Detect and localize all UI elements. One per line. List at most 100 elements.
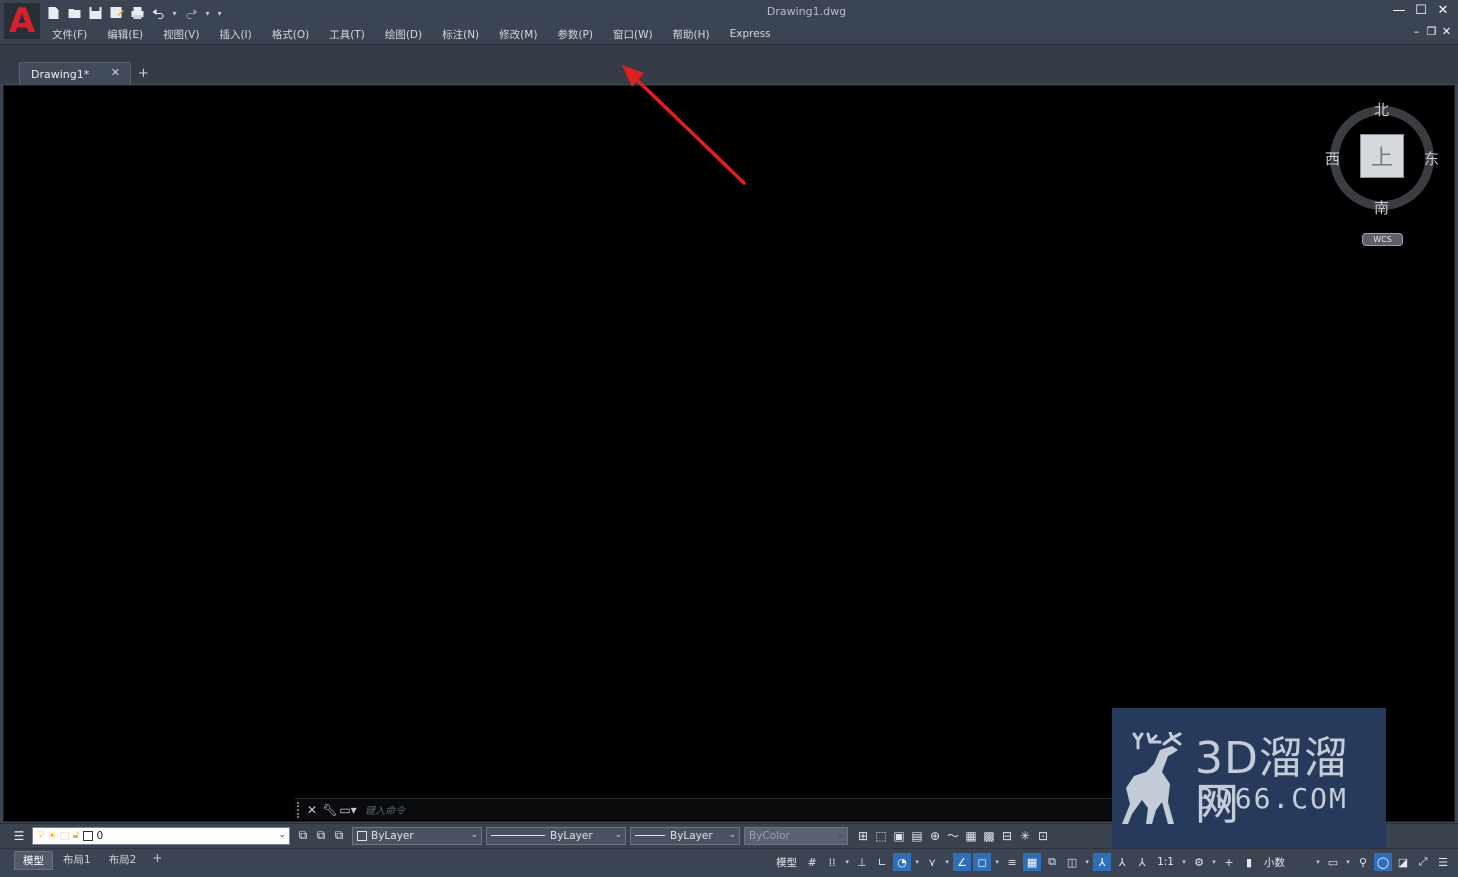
menu-insert[interactable]: 插入(I) bbox=[209, 27, 261, 42]
plotstyle-value: ByColor bbox=[749, 829, 790, 842]
tab-model[interactable]: 模型 bbox=[14, 851, 53, 870]
zoom-extents-icon[interactable]: ▣ bbox=[890, 827, 908, 845]
chevron-down-icon[interactable]: ▾ bbox=[943, 858, 951, 866]
window-zoom-icon[interactable]: ▤ bbox=[908, 827, 926, 845]
chevron-down-icon[interactable]: ▾ bbox=[1083, 858, 1091, 866]
linetype-sample bbox=[491, 835, 545, 836]
quick-properties-icon[interactable]: ▭ bbox=[1324, 853, 1342, 871]
menu-dimension[interactable]: 标注(N) bbox=[432, 27, 489, 42]
doc-minimize-icon[interactable]: – bbox=[1411, 25, 1422, 38]
block-icon[interactable]: ⊟ bbox=[998, 827, 1016, 845]
menu-help[interactable]: 帮助(H) bbox=[663, 27, 720, 42]
transparency-icon[interactable]: ▦ bbox=[1023, 853, 1042, 871]
layer-freeze-icon: ☀ bbox=[47, 829, 57, 842]
plus-icon[interactable]: + bbox=[1220, 853, 1238, 871]
chevron-down-icon[interactable]: ▾ bbox=[913, 858, 921, 866]
viewcube[interactable]: 上 北 南 西 东 WCS bbox=[1318, 95, 1448, 255]
units-value[interactable]: 小数 bbox=[1260, 855, 1312, 870]
select-icon[interactable]: ⬚ bbox=[872, 827, 890, 845]
title-bar: A ▾ ▾ ▾ Drawing1.dwg — ☐ ✕ – ❐ ✕ 文件(F) 编… bbox=[0, 0, 1458, 44]
doc-restore-icon[interactable]: ❐ bbox=[1426, 25, 1437, 38]
gear-icon[interactable]: ⚙ bbox=[1190, 853, 1208, 871]
grid-icon[interactable]: # bbox=[803, 853, 821, 871]
viewcube-top-face[interactable]: 上 bbox=[1360, 134, 1404, 178]
menu-view[interactable]: 视图(V) bbox=[153, 27, 209, 42]
isometric-icon[interactable]: ⋎ bbox=[923, 853, 941, 871]
add-layout-button[interactable]: + bbox=[146, 851, 168, 870]
menu-format[interactable]: 格式(O) bbox=[262, 27, 319, 42]
new-tab-button[interactable]: + bbox=[138, 66, 149, 81]
chevron-down-icon[interactable]: ▾ bbox=[1180, 858, 1188, 866]
chevron-down-icon[interactable]: ▾ bbox=[993, 858, 1001, 866]
ortho-icon[interactable]: ∟ bbox=[873, 853, 891, 871]
match-layer-icon[interactable]: ⧉ bbox=[312, 827, 330, 845]
object-snap-tracking-icon[interactable]: ∠ bbox=[953, 853, 972, 871]
menu-window[interactable]: 窗口(W) bbox=[603, 27, 663, 42]
tab-close-icon[interactable]: ✕ bbox=[111, 66, 120, 79]
linetype-dropdown[interactable]: ByLayer ⌄ bbox=[486, 826, 626, 845]
compass-east[interactable]: 东 bbox=[1424, 148, 1439, 169]
wrench-icon[interactable]: 🔧︎ bbox=[321, 801, 339, 819]
menu-edit[interactable]: 编辑(E) bbox=[97, 27, 153, 42]
object-snap-icon[interactable]: ◻ bbox=[973, 853, 992, 871]
close-icon[interactable]: ✕ bbox=[303, 801, 321, 819]
chevron-down-icon[interactable]: ▾ bbox=[1344, 858, 1352, 866]
layer-dropdown[interactable]: 💡︎ ☀ ⬚ 🔓︎ 0 ⌄ bbox=[32, 826, 290, 845]
make-current-icon[interactable]: ⧉ bbox=[294, 827, 312, 845]
compass-north[interactable]: 北 bbox=[1374, 99, 1389, 120]
tab-drawing1[interactable]: Drawing1* ✕ bbox=[19, 62, 131, 85]
annotation-visibility-icon[interactable]: ⅄ bbox=[1093, 853, 1112, 871]
wcs-menu-button[interactable]: WCS bbox=[1362, 233, 1403, 246]
polar-tracking-icon[interactable]: ◔ bbox=[893, 853, 912, 871]
3d-object-snap-icon[interactable]: ◫ bbox=[1063, 853, 1081, 871]
tab-layout2[interactable]: 布局2 bbox=[101, 851, 145, 870]
lineweight-value: ByLayer bbox=[670, 829, 713, 842]
color-dropdown[interactable]: ByLayer ⌄ bbox=[352, 826, 482, 845]
group-icon[interactable]: ⊞ bbox=[854, 827, 872, 845]
explode-icon[interactable]: ✳ bbox=[1016, 827, 1034, 845]
menu-modify[interactable]: 修改(M) bbox=[489, 27, 547, 42]
annotation-scale-icon[interactable]: ⅄ bbox=[1133, 853, 1151, 871]
menu-bar: 文件(F) 编辑(E) 视图(V) 插入(I) 格式(O) 工具(T) 绘图(D… bbox=[42, 26, 781, 42]
previous-layer-icon[interactable]: ⧉ bbox=[330, 827, 348, 845]
command-input[interactable]: 键入命令 bbox=[365, 802, 405, 817]
tab-layout1[interactable]: 布局1 bbox=[55, 851, 99, 870]
model-space-button[interactable]: 模型 bbox=[772, 855, 801, 870]
layer-match-icon[interactable]: ▦ bbox=[962, 827, 980, 845]
recent-commands-icon[interactable]: ▭▾ bbox=[339, 801, 357, 819]
layer-isolate-icon[interactable]: ▩ bbox=[980, 827, 998, 845]
minimize-icon[interactable]: — bbox=[1392, 3, 1406, 18]
menu-draw[interactable]: 绘图(D) bbox=[375, 27, 432, 42]
maximize-icon[interactable]: ☐ bbox=[1414, 3, 1428, 18]
layer-properties-icon[interactable]: ☰ bbox=[10, 827, 28, 845]
menu-file[interactable]: 文件(F) bbox=[42, 27, 97, 42]
units-icon[interactable]: ▮ bbox=[1240, 853, 1258, 871]
customization-menu-icon[interactable]: ☰ bbox=[1434, 853, 1452, 871]
doc-close-icon[interactable]: ✕ bbox=[1441, 25, 1452, 38]
isolate-objects-icon[interactable]: ◯ bbox=[1374, 853, 1392, 871]
chevron-down-icon[interactable]: ▾ bbox=[1314, 858, 1322, 866]
menu-express[interactable]: Express bbox=[720, 28, 781, 40]
auto-scale-icon[interactable]: ⅄ bbox=[1113, 853, 1131, 871]
selection-cycling-icon[interactable]: ⧉ bbox=[1043, 853, 1061, 871]
lineweight-icon[interactable]: ≡ bbox=[1003, 853, 1021, 871]
compass-south[interactable]: 南 bbox=[1374, 197, 1389, 218]
chevron-down-icon[interactable]: ▾ bbox=[1210, 858, 1218, 866]
infer-constraints-icon[interactable]: ⊥ bbox=[853, 853, 871, 871]
annotation-scale-value[interactable]: 1:1 bbox=[1153, 856, 1178, 868]
close-icon[interactable]: ✕ bbox=[1436, 3, 1450, 18]
viewcube-face-label: 上 bbox=[1370, 146, 1393, 171]
magnify-icon[interactable]: ⊕ bbox=[926, 827, 944, 845]
menu-tools[interactable]: 工具(T) bbox=[319, 27, 375, 42]
attribute-icon[interactable]: ⊡ bbox=[1034, 827, 1052, 845]
chevron-down-icon[interactable]: ▾ bbox=[843, 858, 851, 866]
compass-west[interactable]: 西 bbox=[1325, 148, 1340, 169]
clean-screen-icon[interactable]: ⤢ bbox=[1414, 853, 1432, 871]
snap-icon[interactable]: ⁞⁞ bbox=[823, 853, 841, 871]
menu-parametric[interactable]: 参数(P) bbox=[547, 27, 603, 42]
polyline-icon[interactable]: 〜 bbox=[944, 827, 962, 845]
lock-ui-icon[interactable]: ⚲ bbox=[1354, 853, 1372, 871]
chevron-down-icon: ⌄ bbox=[836, 829, 844, 840]
lineweight-dropdown[interactable]: ByLayer ⌄ bbox=[630, 826, 740, 845]
graphics-performance-icon[interactable]: ◪ bbox=[1394, 853, 1412, 871]
